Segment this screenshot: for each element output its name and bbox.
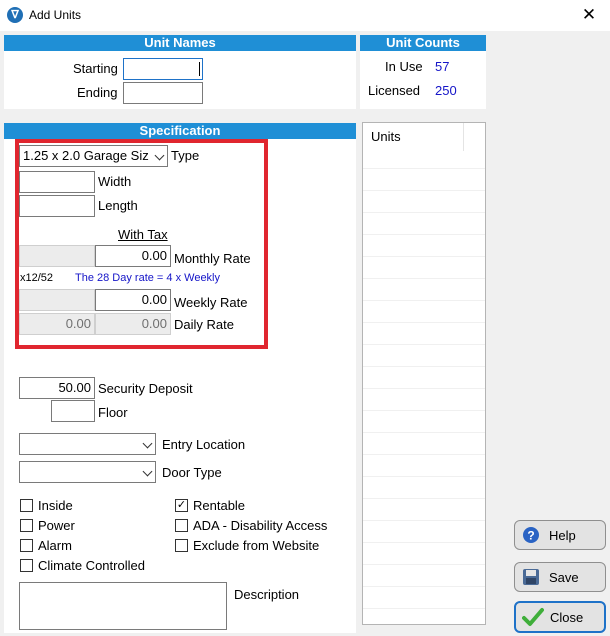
floppy-save-icon xyxy=(521,567,541,587)
starting-input[interactable] xyxy=(123,58,203,80)
save-button[interactable]: Save xyxy=(514,562,606,592)
chevron-down-icon xyxy=(142,438,153,449)
description-label: Description xyxy=(234,587,300,602)
grid-line xyxy=(363,190,485,191)
close-icon[interactable]: ✕ xyxy=(577,3,601,27)
monthly-base-input xyxy=(19,245,95,267)
column-divider xyxy=(463,123,464,151)
day-rate-note: The 28 Day rate = 4 x Weekly xyxy=(75,272,221,284)
units-list[interactable]: Units xyxy=(362,122,486,625)
type-label: Type xyxy=(171,148,200,163)
ending-input[interactable] xyxy=(123,82,203,104)
unit-counts-header: Unit Counts xyxy=(360,35,486,51)
unit-names-header: Unit Names xyxy=(4,35,356,51)
grid-line xyxy=(363,256,485,257)
climate-controlled-checkbox[interactable] xyxy=(20,559,33,572)
length-input[interactable] xyxy=(19,195,95,217)
monthly-rate-input[interactable]: 0.00 xyxy=(95,245,171,267)
door-type-select[interactable] xyxy=(19,461,156,483)
chevron-down-icon xyxy=(142,466,153,477)
licensed-value: 250 xyxy=(435,83,457,98)
grid-line xyxy=(363,608,485,609)
weekly-rate-label: Weekly Rate xyxy=(174,295,248,310)
security-deposit-label: Security Deposit xyxy=(98,381,193,396)
licensed-label: Licensed xyxy=(368,83,421,98)
with-tax-label: With Tax xyxy=(118,227,168,242)
grid-line xyxy=(363,388,485,389)
alarm-checkbox[interactable] xyxy=(20,539,33,552)
grid-line xyxy=(363,454,485,455)
grid-line xyxy=(363,344,485,345)
checkmark-icon xyxy=(522,607,544,627)
grid-line xyxy=(363,278,485,279)
starting-label: Starting xyxy=(73,61,118,76)
daily-rate-input: 0.00 xyxy=(95,313,171,335)
weekly-rate-input[interactable]: 0.00 xyxy=(95,289,171,311)
daily-rate-label: Daily Rate xyxy=(174,317,234,332)
text-caret xyxy=(199,62,200,76)
help-button[interactable]: ? Help xyxy=(514,520,606,550)
help-label: Help xyxy=(549,527,576,543)
grid-line xyxy=(363,542,485,543)
ada-checkbox[interactable] xyxy=(175,519,188,532)
grid-line xyxy=(363,564,485,565)
exclude-website-label: Exclude from Website xyxy=(193,538,320,553)
floor-label: Floor xyxy=(98,405,128,420)
length-label: Length xyxy=(98,198,138,213)
power-label: Power xyxy=(38,518,75,533)
door-type-label: Door Type xyxy=(162,465,222,480)
width-label: Width xyxy=(98,174,132,189)
inside-checkbox[interactable] xyxy=(20,499,33,512)
x12-52-label: x12/52 xyxy=(20,272,54,284)
grid-line xyxy=(363,212,485,213)
grid-line xyxy=(363,432,485,433)
grid-line xyxy=(363,586,485,587)
floor-input[interactable] xyxy=(51,400,95,422)
chevron-down-icon xyxy=(154,150,165,161)
title-bar xyxy=(0,0,610,31)
type-select-value: 1.25 x 2.0 Garage Siz xyxy=(23,148,149,163)
alarm-label: Alarm xyxy=(38,538,72,553)
close-label: Close xyxy=(550,609,584,625)
app-logo-icon: ∇ xyxy=(7,7,23,23)
daily-base-input: 0.00 xyxy=(19,313,95,335)
rentable-checkbox[interactable]: ✓ xyxy=(175,499,188,512)
grid-line xyxy=(363,476,485,477)
rentable-label: Rentable xyxy=(193,498,246,513)
grid-line xyxy=(363,520,485,521)
units-column-header: Units xyxy=(371,129,401,144)
grid-line xyxy=(363,322,485,323)
type-select[interactable]: 1.25 x 2.0 Garage Siz xyxy=(19,145,168,167)
security-deposit-input[interactable]: 50.00 xyxy=(19,377,95,399)
ada-label: ADA - Disability Access xyxy=(193,518,328,533)
weekly-base-input xyxy=(19,289,95,311)
width-input[interactable] xyxy=(19,171,95,193)
in-use-label: In Use xyxy=(385,59,423,74)
inside-label: Inside xyxy=(38,498,73,513)
grid-line xyxy=(363,498,485,499)
svg-text:?: ? xyxy=(527,529,534,543)
specification-header: Specification xyxy=(4,123,356,139)
grid-line xyxy=(363,410,485,411)
ending-label: Ending xyxy=(77,85,118,100)
grid-line xyxy=(363,366,485,367)
grid-line xyxy=(363,168,485,169)
power-checkbox[interactable] xyxy=(20,519,33,532)
entry-location-label: Entry Location xyxy=(162,437,246,452)
description-textarea[interactable] xyxy=(19,582,227,630)
in-use-value: 57 xyxy=(435,59,450,74)
entry-location-select[interactable] xyxy=(19,433,156,455)
grid-line xyxy=(363,300,485,301)
grid-line xyxy=(363,234,485,235)
save-label: Save xyxy=(549,569,579,585)
exclude-website-checkbox[interactable] xyxy=(175,539,188,552)
close-button[interactable]: Close xyxy=(514,601,606,633)
climate-controlled-label: Climate Controlled xyxy=(38,558,145,573)
help-icon: ? xyxy=(521,525,541,545)
monthly-rate-label: Monthly Rate xyxy=(174,251,251,266)
window-title: Add Units xyxy=(29,8,82,22)
